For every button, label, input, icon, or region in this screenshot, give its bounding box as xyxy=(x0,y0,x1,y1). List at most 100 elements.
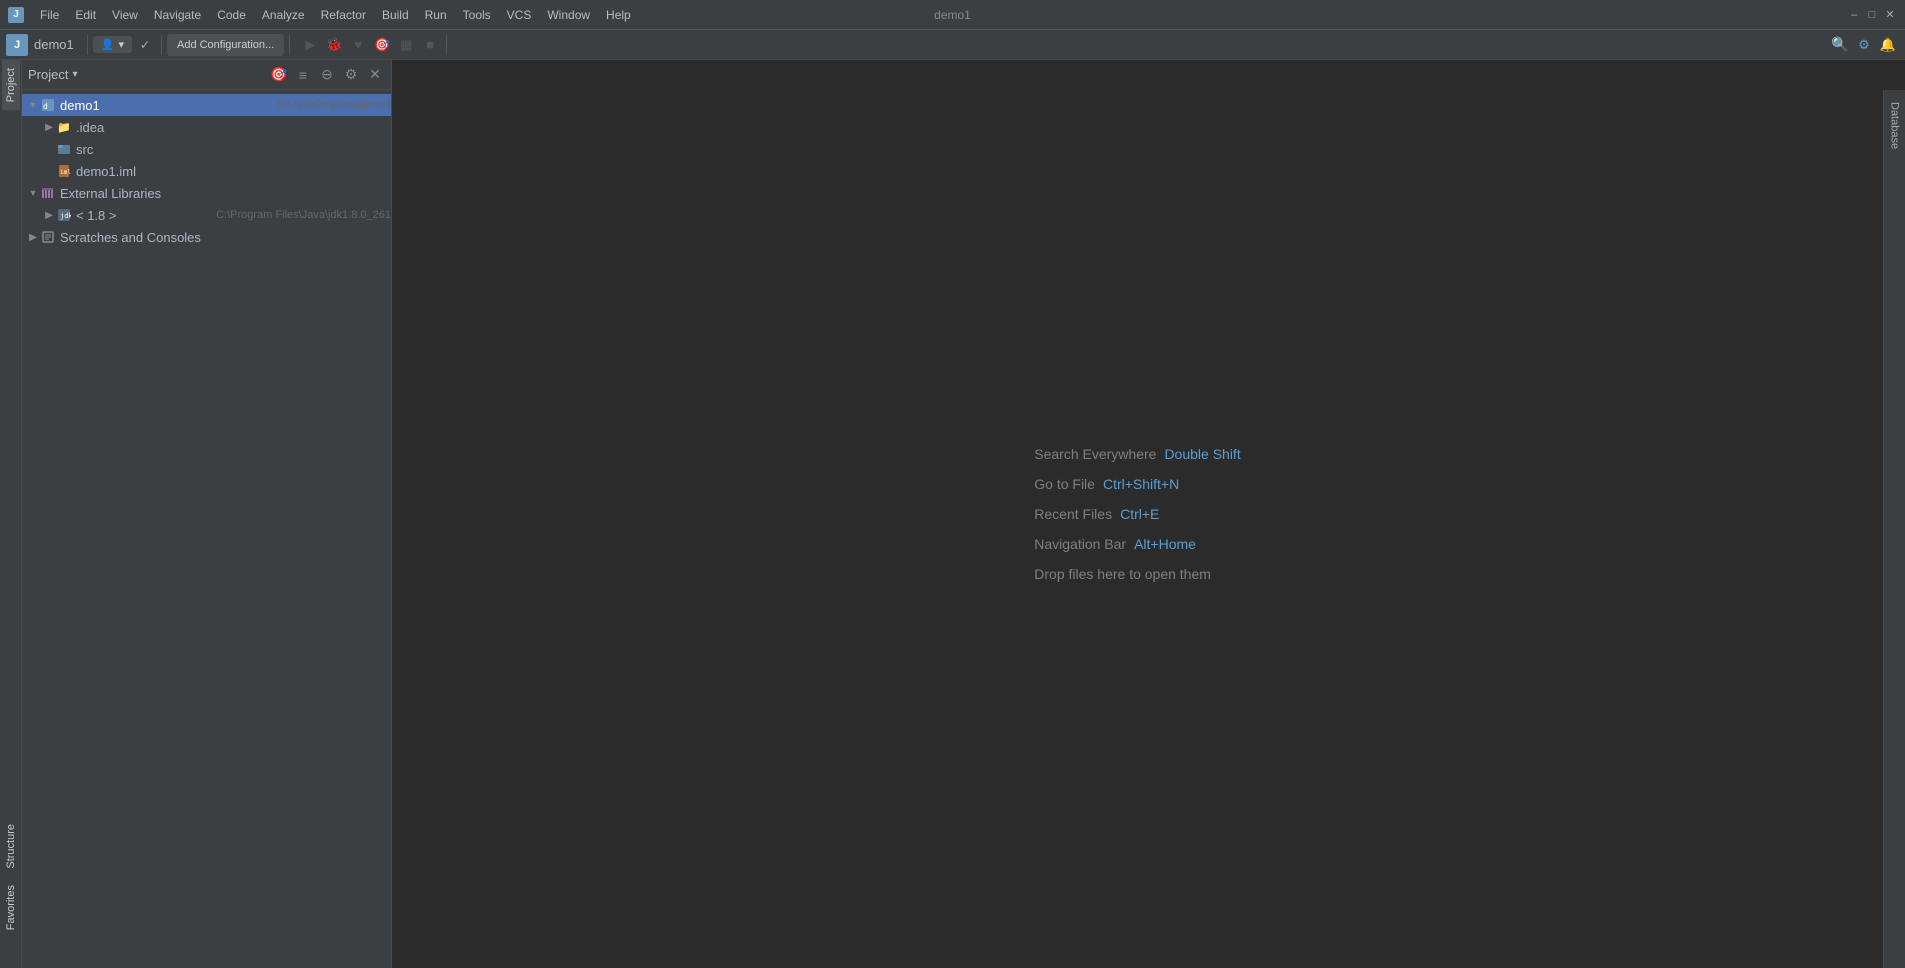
svg-text:d: d xyxy=(43,102,48,111)
menu-run[interactable]: Run xyxy=(417,4,455,26)
hint-label-nav: Navigation Bar xyxy=(1034,536,1126,552)
hint-goto-file: Go to File Ctrl+Shift+N xyxy=(1034,476,1240,492)
menu-tools[interactable]: Tools xyxy=(455,4,499,26)
scroll-from-source-button[interactable]: 🎯 xyxy=(269,65,289,85)
run-with-coverage-button[interactable]: ♥ xyxy=(347,34,369,56)
close-panel-button[interactable]: ✕ xyxy=(365,65,385,85)
menu-bar: File Edit View Navigate Code Analyze Ref… xyxy=(32,4,639,26)
hint-label-goto: Go to File xyxy=(1034,476,1095,492)
toolbar-separator-4 xyxy=(446,35,447,55)
toolbar-right-buttons: 🔍 ⚙ 🔔 xyxy=(1829,34,1899,56)
favorites-tab-label[interactable]: Favorites xyxy=(2,877,20,938)
tree-item-label-src: src xyxy=(76,142,391,157)
project-tab-label[interactable]: Project xyxy=(2,60,20,110)
menu-edit[interactable]: Edit xyxy=(67,4,104,26)
src-folder-icon xyxy=(56,141,72,157)
hint-nav-bar: Navigation Bar Alt+Home xyxy=(1034,536,1240,552)
tree-item-scratches[interactable]: ▶ Scratches and Consoles xyxy=(22,226,391,248)
collapse-all-button[interactable]: ≡ xyxy=(293,65,313,85)
scratches-icon xyxy=(40,229,56,245)
run-icons: ▶ 🐞 ♥ 🎯 ▦ ■ xyxy=(299,34,441,56)
maximize-button[interactable]: □ xyxy=(1865,8,1879,22)
menu-file[interactable]: File xyxy=(32,4,67,26)
add-configuration-button[interactable]: Add Configuration... xyxy=(167,34,284,56)
hint-shortcut-search: Double Shift xyxy=(1164,446,1240,462)
tree-item-jdk[interactable]: ▶ jdk < 1.8 > C:\Program Files\Java\jdk1… xyxy=(22,204,391,226)
editor-hint-panel: Search Everywhere Double Shift Go to Fil… xyxy=(1034,446,1240,582)
editor-area: Search Everywhere Double Shift Go to Fil… xyxy=(392,60,1883,968)
iml-icon: iml xyxy=(56,163,72,179)
tree-item-label-iml: demo1.iml xyxy=(76,164,391,179)
hint-label-drop: Drop files here to open them xyxy=(1034,566,1211,582)
jdk-icon: jdk xyxy=(56,207,72,223)
menu-build[interactable]: Build xyxy=(374,4,417,26)
tree-item-idea[interactable]: ▶ 📁 .idea xyxy=(22,116,391,138)
notifications-button[interactable]: 🔔 xyxy=(1877,34,1899,56)
run-button[interactable]: ▶ xyxy=(299,34,321,56)
tree-item-src[interactable]: src xyxy=(22,138,391,160)
hint-shortcut-nav: Alt+Home xyxy=(1134,536,1196,552)
toolbar-separator-1 xyxy=(87,35,88,55)
tree-item-external-libraries[interactable]: ▾ External Libraries xyxy=(22,182,391,204)
toolbar-separator-2 xyxy=(161,35,162,55)
hint-recent-files: Recent Files Ctrl+E xyxy=(1034,506,1240,522)
hint-shortcut-goto: Ctrl+Shift+N xyxy=(1103,476,1179,492)
tree-item-demo1[interactable]: ▾ d demo1 D:\JavaProjects\demo1 xyxy=(22,94,391,116)
profile-button[interactable]: 🎯 xyxy=(371,34,393,56)
expander-demo1: ▾ xyxy=(26,100,40,111)
gear-icon[interactable]: ⚙ xyxy=(341,65,361,85)
project-tree: ▾ d demo1 D:\JavaProjects\demo1 ▶ 📁 .ide… xyxy=(22,90,391,968)
right-panel-strip: Database xyxy=(1883,90,1905,968)
expander-idea: ▶ xyxy=(42,122,56,133)
tree-item-label-demo1: demo1 xyxy=(60,98,273,113)
title-bar: J File Edit View Navigate Code Analyze R… xyxy=(0,0,1905,30)
project-icon: J xyxy=(6,34,28,56)
toolbar-separator-3 xyxy=(289,35,290,55)
plugin-manager-button[interactable]: ⚙ xyxy=(1853,34,1875,56)
minimize-button[interactable]: – xyxy=(1847,8,1861,22)
menu-refactor[interactable]: Refactor xyxy=(313,4,374,26)
menu-view[interactable]: View xyxy=(104,4,146,26)
tree-item-label-external: External Libraries xyxy=(60,186,391,201)
tree-item-iml[interactable]: iml demo1.iml xyxy=(22,160,391,182)
menu-code[interactable]: Code xyxy=(209,4,254,26)
project-toolbar-icons: 🎯 ≡ ⊖ ⚙ ✕ xyxy=(269,65,385,85)
window-title: demo1 xyxy=(934,8,971,22)
hint-label-recent: Recent Files xyxy=(1034,506,1112,522)
menu-help[interactable]: Help xyxy=(598,4,639,26)
module-icon-demo1: d xyxy=(40,97,56,113)
hint-search-everywhere: Search Everywhere Double Shift xyxy=(1034,446,1240,462)
tree-item-path-jdk: C:\Program Files\Java\jdk1.8.0_261 xyxy=(216,209,391,221)
menu-vcs[interactable]: VCS xyxy=(499,4,540,26)
tree-item-label-scratches: Scratches and Consoles xyxy=(60,230,391,245)
project-side-label-strip: Project Structure Favorites xyxy=(0,60,22,968)
menu-window[interactable]: Window xyxy=(539,4,598,26)
project-name-label: demo1 xyxy=(34,37,74,52)
account-chevron: ▾ xyxy=(118,38,124,51)
project-dropdown-chevron: ▾ xyxy=(72,69,77,80)
structure-tab-label[interactable]: Structure xyxy=(2,816,20,877)
project-panel-title[interactable]: Project ▾ xyxy=(28,67,78,82)
close-button[interactable]: ✕ xyxy=(1883,8,1897,22)
debug-button[interactable]: 🐞 xyxy=(323,34,345,56)
account-button[interactable]: 👤 ▾ xyxy=(93,36,132,53)
tree-item-label-idea: .idea xyxy=(76,120,391,135)
window-controls: – □ ✕ xyxy=(1847,8,1897,22)
project-panel-toolbar: Project ▾ 🎯 ≡ ⊖ ⚙ ✕ xyxy=(22,60,391,90)
search-everywhere-button[interactable]: 🔍 xyxy=(1829,34,1851,56)
tree-item-path-demo1: D:\JavaProjects\demo1 xyxy=(277,99,391,111)
svg-text:jdk: jdk xyxy=(60,212,71,220)
menu-navigate[interactable]: Navigate xyxy=(146,4,209,26)
hint-drop-files: Drop files here to open them xyxy=(1034,566,1240,582)
ide-update-icon[interactable]: ✓ xyxy=(134,34,156,56)
hint-label-search: Search Everywhere xyxy=(1034,446,1156,462)
menu-analyze[interactable]: Analyze xyxy=(254,4,313,26)
content-row: Project Structure Favorites Project ▾ 🎯 … xyxy=(0,60,1905,968)
concurrency-diagram-button[interactable]: ▦ xyxy=(395,34,417,56)
svg-text:iml: iml xyxy=(60,169,71,176)
show-options-button[interactable]: ⊖ xyxy=(317,65,337,85)
stop-button[interactable]: ■ xyxy=(419,34,441,56)
folder-icon-idea: 📁 xyxy=(56,119,72,135)
outer-main: J demo1 👤 ▾ ✓ Add Configuration... ▶ 🐞 ♥… xyxy=(0,30,1905,968)
database-tab-label[interactable]: Database xyxy=(1886,94,1904,157)
